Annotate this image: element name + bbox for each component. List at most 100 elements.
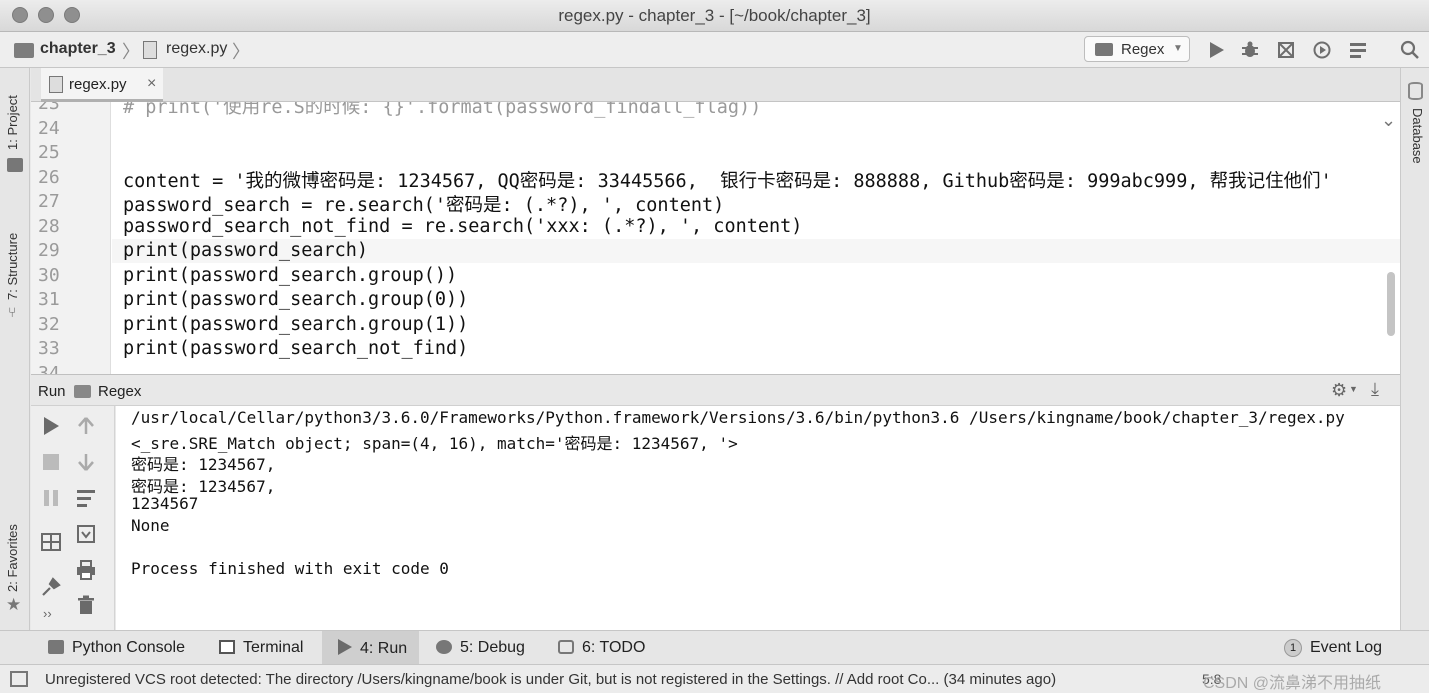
line-number: 26 [38, 166, 60, 188]
line-number: 29 [38, 240, 60, 261]
scroll-to-end-icon[interactable] [75, 523, 97, 545]
search-icon[interactable] [1400, 40, 1420, 60]
chevron-down-icon: ▼ [1349, 384, 1358, 394]
console-line: 密码是: 1234567, [131, 476, 276, 496]
debug-button[interactable] [1240, 40, 1260, 60]
tab-event-log[interactable]: 1 Event Log [1284, 631, 1382, 665]
tab-label: 5: Debug [460, 639, 525, 656]
print-icon[interactable] [75, 559, 97, 581]
line-number-gutter: 23 24 25 26 27 28 29 30 31 32 33 34 [31, 102, 111, 374]
code-line[interactable]: password_search = re.search('密码是: (.*?),… [123, 191, 724, 217]
console-line: 密码是: 1234567, [131, 455, 276, 475]
python-console-icon [48, 640, 64, 654]
run-toolbar: ›› [31, 406, 115, 630]
run-configuration-label: Regex [1121, 41, 1165, 58]
soft-wrap-icon[interactable] [75, 487, 97, 509]
watermark: CSDN @流鼻涕不用抽纸 [1203, 675, 1382, 692]
project-folder-icon [7, 158, 23, 172]
title-bar: regex.py - chapter_3 - [~/book/chapter_3… [0, 0, 1429, 32]
layout-icon[interactable] [40, 531, 62, 553]
breadcrumb-file[interactable]: regex.py [166, 40, 227, 58]
run-icon [338, 639, 352, 655]
editor-scrollbar[interactable] [1387, 272, 1395, 336]
pin-icon[interactable] [40, 576, 62, 598]
tab-debug[interactable]: 5: Debug [436, 631, 525, 665]
structure-tool-tab[interactable]: 7: Structure [5, 233, 20, 300]
tab-terminal[interactable]: Terminal [219, 631, 303, 665]
run-panel-title: Run [38, 383, 66, 400]
close-icon[interactable]: × [147, 75, 156, 93]
profile-button[interactable] [1312, 40, 1332, 60]
rerun-icon[interactable] [40, 415, 62, 437]
line-number: 34 [38, 362, 60, 375]
code-line[interactable]: password_search_not_find = re.search('xx… [123, 216, 802, 237]
run-with-coverage-button[interactable] [1276, 40, 1296, 60]
line-number: 31 [38, 289, 60, 310]
line-number: 30 [38, 264, 60, 286]
python-icon [74, 385, 91, 398]
tab-run[interactable]: 4: Run [322, 631, 419, 665]
chevron-down-icon: ▼ [1173, 43, 1183, 54]
code-line[interactable]: content = '我的微博密码是: 1234567, QQ密码是: 3344… [123, 167, 1332, 193]
console-line: Process finished with exit code 0 [131, 559, 449, 579]
structure-list-icon[interactable] [1348, 40, 1368, 60]
run-config-name[interactable]: Regex [98, 383, 141, 400]
breadcrumb-project[interactable]: chapter_3 [40, 40, 116, 58]
code-line[interactable]: print(password_search.group(1)) [123, 314, 468, 335]
console-line: /usr/local/Cellar/python3/3.6.0/Framewor… [131, 408, 1345, 427]
database-icon [1408, 82, 1423, 100]
todo-icon [558, 640, 574, 654]
tab-label: 6: TODO [582, 639, 646, 656]
tab-label: 4: Run [360, 640, 408, 657]
chevron-right-icon: 〉 [232, 42, 250, 62]
gear-icon[interactable]: ⚙ [1331, 380, 1347, 401]
arrow-up-icon[interactable] [75, 415, 97, 437]
line-number: 33 [38, 338, 60, 359]
python-file-icon [49, 76, 63, 93]
favorites-tool-tab[interactable]: 2: Favorites [5, 524, 20, 592]
line-number: 32 [38, 313, 60, 335]
structure-icon: ⑂ [8, 304, 17, 320]
tab-python-console[interactable]: Python Console [48, 631, 185, 665]
project-tool-tab[interactable]: 1: Project [5, 95, 20, 150]
code-line[interactable]: print(password_search_not_find) [123, 338, 468, 359]
run-console-output[interactable]: /usr/local/Cellar/python3/3.6.0/Framewor… [116, 406, 1400, 630]
line-number: 24 [38, 117, 60, 139]
code-editor[interactable]: 23 24 25 26 27 28 29 30 31 32 33 34 # print('使用re.S… [31, 102, 1400, 374]
pause-icon[interactable] [40, 487, 62, 509]
console-line: 1234567 [131, 494, 199, 514]
hide-panel-icon[interactable]: ⤓ [1371, 379, 1379, 400]
star-icon: ★ [6, 595, 22, 614]
database-tool-tab[interactable]: Database [1410, 108, 1425, 164]
run-button[interactable] [1206, 40, 1226, 60]
console-line: <_sre.SRE_Match object; span=(4, 16), ma… [131, 433, 738, 453]
stop-icon[interactable] [40, 451, 62, 473]
terminal-icon [219, 640, 235, 654]
folder-icon [14, 43, 34, 58]
python-file-icon [143, 41, 157, 59]
run-configuration-select[interactable]: Regex ▼ [1084, 36, 1190, 62]
navigation-bar: chapter_3 〉 regex.py 〉 Regex ▼ [0, 32, 1429, 68]
code-line[interactable]: print(password_search.group(0)) [123, 289, 468, 310]
trash-icon[interactable] [75, 594, 97, 616]
editor-tab-bar: regex.py × [31, 68, 1400, 102]
console-line: None [131, 516, 170, 535]
window-title: regex.py - chapter_3 - [~/book/chapter_3… [558, 6, 871, 25]
code-line[interactable]: print(password_search.group()) [123, 265, 457, 286]
tab-label: Terminal [243, 639, 304, 656]
more-tools-icon[interactable]: ›› [43, 606, 65, 628]
code-fold-icon[interactable]: ⌄ [1381, 110, 1396, 131]
tab-todo[interactable]: 6: TODO [558, 631, 645, 665]
tab-regex-py[interactable]: regex.py × [41, 68, 163, 102]
right-tool-strip: Database [1400, 68, 1429, 630]
tab-label: regex.py [69, 76, 127, 93]
tab-label: Event Log [1310, 639, 1383, 656]
code-line[interactable]: # print('使用re.S的时候: {}'.format(password_… [123, 102, 761, 119]
event-count-badge: 1 [1284, 639, 1302, 657]
code-line[interactable]: print(password_search) [123, 240, 368, 261]
status-window-icon[interactable] [10, 671, 28, 687]
status-bar: Unregistered VCS root detected: The dire… [0, 664, 1429, 693]
run-panel-header: Run Regex ⚙ ▼ ⤓ [31, 374, 1400, 406]
arrow-down-icon[interactable] [75, 451, 97, 473]
status-message[interactable]: Unregistered VCS root detected: The dire… [45, 671, 1056, 688]
